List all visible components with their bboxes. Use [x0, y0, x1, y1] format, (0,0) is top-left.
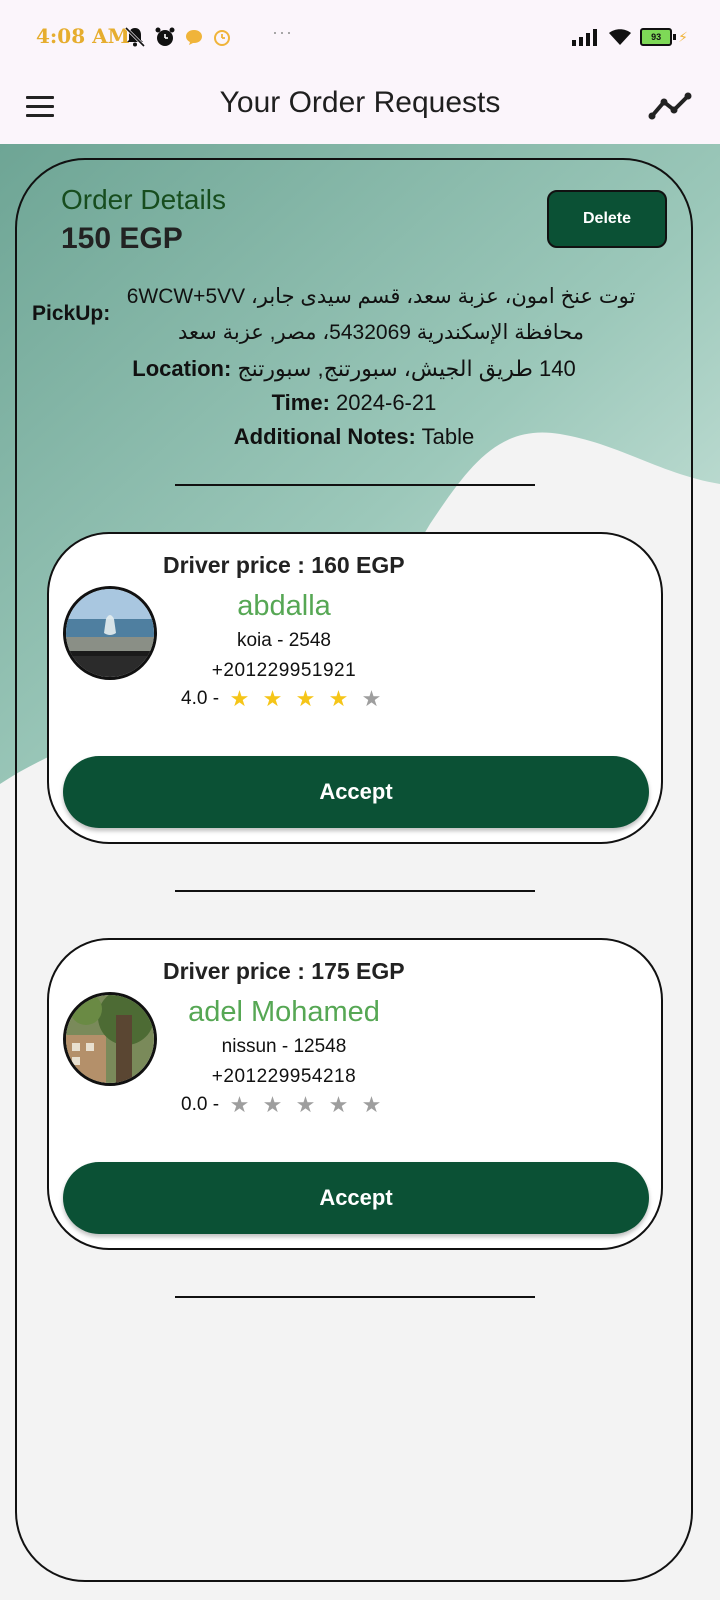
driver-phone: +201229954218 — [211, 1066, 357, 1087]
notes-label: Additional Notes: — [233, 424, 416, 449]
notification-icons — [124, 26, 232, 48]
location-label: Location: — [132, 356, 232, 381]
star-icon: ★ — [229, 1092, 250, 1117]
chat-bubble-icon — [186, 30, 202, 45]
location-row: Location: 140 طريق الجيش، سبورتنج, سبورت… — [17, 356, 691, 382]
accept-button[interactable]: Accept — [63, 1162, 649, 1234]
battery-icon: 93 ⚡ — [640, 28, 688, 46]
driver-phone: +201229951921 — [211, 660, 357, 681]
location-value: 140 طريق الجيش، سبورتنج, سبورتنج — [237, 356, 576, 381]
rating-stars: ★ ★ ★ ★ ★ — [223, 1092, 388, 1118]
star-icon: ★ — [328, 686, 349, 711]
delete-button[interactable]: Delete — [547, 190, 667, 248]
system-icons: 93 ⚡ — [572, 28, 688, 46]
driver-offer-card: Driver price : 160 EGP abdalla koia - 25… — [47, 532, 663, 844]
divider — [175, 484, 535, 486]
driver-offer-card: Driver price : 175 EGP adel Mohamed niss… — [47, 938, 663, 1250]
star-icon: ★ — [295, 1092, 316, 1117]
notes-row: Additional Notes: Table — [17, 424, 691, 450]
driver-name: adel Mohamed — [188, 996, 380, 1028]
star-icon: ★ — [328, 1092, 349, 1117]
divider — [175, 890, 535, 892]
alarm-outline-icon — [214, 30, 230, 46]
rating-value: 0.0 - — [181, 1094, 220, 1115]
time-row: Time: 2024-6-21 — [17, 390, 691, 416]
status-bar: 4:08 AM ··· 93 ⚡ — [0, 0, 720, 72]
accept-button[interactable]: Accept — [63, 756, 649, 828]
time-label: Time: — [271, 390, 330, 415]
battery-level: 93 — [651, 32, 662, 42]
driver-price: Driver price : 160 EGP — [163, 552, 405, 578]
star-icon: ★ — [262, 686, 283, 711]
trend-button[interactable] — [648, 88, 692, 124]
order-price: 150 EGP — [61, 222, 183, 255]
driver-car: nissun - 12548 — [221, 1036, 347, 1057]
order-card: Order Details 150 EGP Delete PickUp: توت… — [15, 158, 693, 1582]
driver-rating: 0.0 - ★ ★ ★ ★ ★ — [181, 1092, 388, 1118]
star-icon: ★ — [262, 1092, 283, 1117]
rating-value: 4.0 - — [181, 688, 220, 709]
notes-value: Table — [421, 424, 475, 449]
status-time: 4:08 AM — [36, 24, 130, 48]
more-notifications-indicator: ··· — [272, 22, 293, 42]
page-title: Your Order Requests — [219, 86, 501, 119]
time-value: 2024-6-21 — [336, 390, 437, 415]
driver-name: abdalla — [237, 590, 331, 622]
app-bar: Your Order Requests — [0, 72, 720, 144]
rating-stars: ★ ★ ★ ★ ★ — [223, 686, 388, 712]
star-icon: ★ — [295, 686, 316, 711]
wifi-icon — [609, 29, 632, 45]
muted-bell-icon — [124, 26, 146, 48]
divider — [175, 1296, 535, 1298]
pickup-label: PickUp: — [32, 302, 111, 325]
order-details-title: Order Details — [61, 184, 226, 215]
star-icon: ★ — [229, 686, 250, 711]
star-icon: ★ — [361, 686, 382, 711]
alarm-clock-icon — [155, 27, 175, 46]
driver-price: Driver price : 175 EGP — [163, 958, 405, 984]
driver-rating: 4.0 - ★ ★ ★ ★ ★ — [181, 686, 388, 712]
pickup-address-line2: محافظة الإسكندرية 5432069، مصر, عزبة سعد — [178, 321, 584, 344]
pickup-address-line1: توت عنخ امون، عزبة سعد، قسم سيدى جابر، 6… — [126, 285, 636, 308]
driver-car: koia - 2548 — [236, 630, 331, 651]
star-icon: ★ — [361, 1092, 382, 1117]
trend-icon — [648, 92, 692, 120]
charging-icon: ⚡ — [678, 28, 688, 45]
signal-icon — [572, 29, 598, 46]
